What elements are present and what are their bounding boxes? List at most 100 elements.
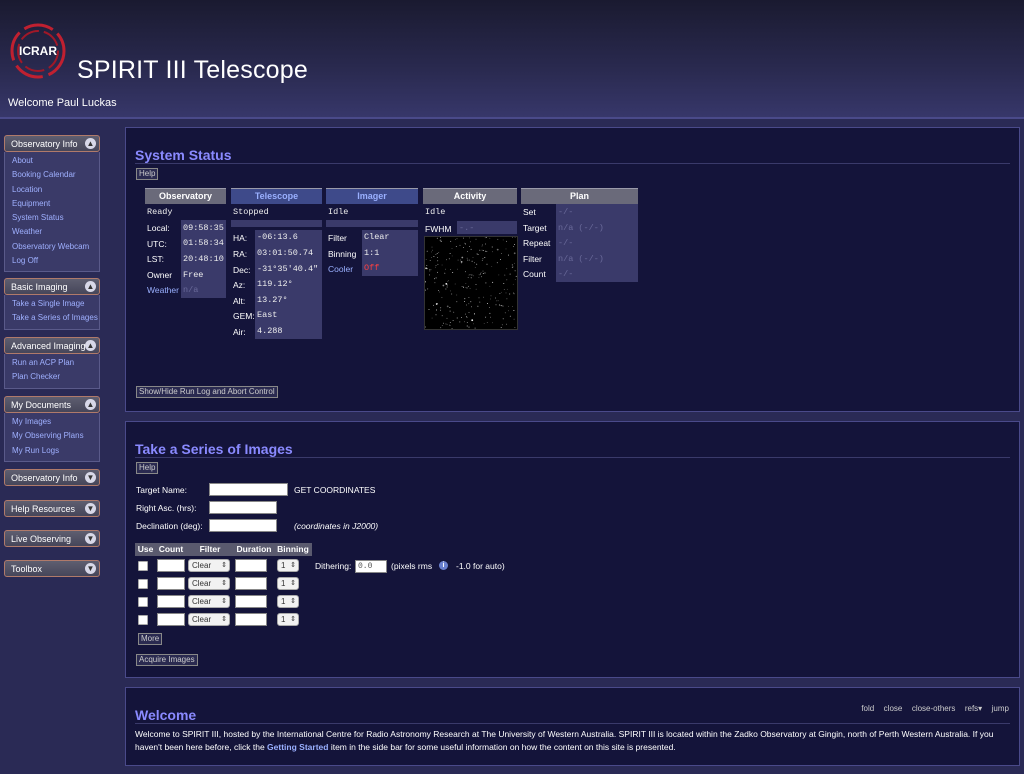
target-label: Target [523,223,547,233]
duration-input[interactable] [235,595,267,608]
fold-link[interactable]: fold [861,704,874,713]
getting-started-link[interactable]: Getting Started [267,742,328,752]
weather-link[interactable]: Weather [147,285,179,295]
sidebar-section-title: Toolbox [11,564,43,574]
binning-select[interactable]: 1 ⇕ [277,613,299,626]
count-input[interactable] [157,577,185,590]
target-value: n/a (-/-) [558,223,604,233]
divider [135,723,1010,724]
expand-icon[interactable]: ▼ [85,503,96,514]
alt-label: Alt: [233,296,246,306]
get-coordinates-link[interactable]: GET COORDINATES [294,485,375,495]
sidebar-link[interactable]: Equipment [5,197,99,211]
target-name-input[interactable] [209,483,288,496]
sidebar-link[interactable]: Location [5,183,99,197]
local-label: Local: [147,223,170,233]
sidebar-link[interactable]: My Observing Plans [5,429,99,443]
site-title: SPIRIT III Telescope [77,56,308,84]
sidebar-section-header[interactable]: Toolbox ▼ [4,560,100,577]
welcome-text-2: item in the side bar for some useful inf… [328,742,676,752]
filter-select[interactable]: Clear ⇕ [188,577,230,590]
binning-select-value: 1 [281,561,286,570]
dithering-input[interactable]: 0.0 [355,560,387,573]
sidebar-section-header[interactable]: Advanced Imaging ▲ [4,337,100,354]
ha-value: -06:13.6 [257,232,298,242]
select-arrows-icon: ⇕ [290,598,296,605]
status-help-button[interactable]: Help [136,168,159,180]
collapse-icon[interactable]: ▲ [85,399,96,410]
collapse-icon[interactable]: ▲ [85,138,96,149]
sidebar-link[interactable]: My Images [5,415,99,429]
duration-input[interactable] [235,559,267,572]
plan-filter-value: n/a (-/-) [558,254,604,264]
use-checkbox[interactable] [138,561,148,571]
runlog-toggle-button[interactable]: Show/Hide Run Log and Abort Control [136,386,278,398]
jump-link[interactable]: jump [992,704,1009,713]
dithering-hint: -1.0 for auto) [456,561,505,571]
filter-select[interactable]: Clear ⇕ [188,613,230,626]
use-checkbox[interactable] [138,597,148,607]
binning-select-value: 1 [281,597,286,606]
binning-select[interactable]: 1 ⇕ [277,595,299,608]
sidebar-link[interactable]: Take a Series of Images [5,311,99,325]
series-title: Take a Series of Images [135,441,293,457]
cooler-link[interactable]: Cooler [328,264,353,274]
expand-icon[interactable]: ▼ [85,472,96,483]
count-input[interactable] [157,613,185,626]
collapse-icon[interactable]: ▲ [85,281,96,292]
collapse-icon[interactable]: ▲ [85,340,96,351]
telescope-bar [231,220,322,227]
sidebar-link[interactable]: System Status [5,211,99,225]
ra-label: RA: [233,249,248,259]
sidebar-link[interactable]: Weather [5,225,99,239]
imager-bar [326,220,418,227]
count-input[interactable] [157,595,185,608]
info-icon[interactable]: i [439,561,448,570]
acquire-images-button[interactable]: Acquire Images [136,654,198,666]
sidebar-link[interactable]: Take a Single Image [5,297,99,311]
select-arrows-icon: ⇕ [290,562,296,569]
sidebar-section: Advanced Imaging ▲ Run an ACP Plan Plan Che… [4,337,100,389]
sidebar-section-title: Observatory Info [11,139,78,149]
binning-select[interactable]: 1 ⇕ [277,559,299,572]
sidebar-link[interactable]: My Run Logs [5,444,99,458]
plan-filter-label: Filter [523,254,542,264]
sidebar-section-header[interactable]: Help Resources ▼ [4,500,100,517]
refs-link[interactable]: refs▾ [965,704,982,713]
filter-select[interactable]: Clear ⇕ [188,559,230,572]
welcome-title: Welcome [135,707,197,723]
select-arrows-icon: ⇕ [221,562,227,569]
close-others-link[interactable]: close-others [912,704,956,713]
welcome-text: Welcome to SPIRIT III, hosted by the Int… [135,728,1015,754]
sidebar-link[interactable]: Plan Checker [5,370,99,384]
sidebar-link[interactable]: Run an ACP Plan [5,356,99,370]
observatory-head: Observatory [145,188,226,204]
duration-input[interactable] [235,577,267,590]
sidebar-link[interactable]: Booking Calendar [5,168,99,182]
sidebar-section-list: About Booking Calendar Location Equipment Sy… [4,152,100,273]
series-help-button[interactable]: Help [136,462,159,474]
duration-input[interactable] [235,613,267,626]
sidebar-link[interactable]: Observatory Webcam [5,240,99,254]
expand-icon[interactable]: ▼ [85,533,96,544]
expand-icon[interactable]: ▼ [85,563,96,574]
declination-input[interactable] [209,519,277,532]
binning-select[interactable]: 1 ⇕ [277,577,299,590]
sidebar-link[interactable]: Log Off [5,254,99,268]
sidebar-link[interactable]: About [5,154,99,168]
close-link[interactable]: close [884,704,903,713]
sidebar-section-header[interactable]: Live Observing ▼ [4,530,100,547]
use-checkbox[interactable] [138,615,148,625]
sidebar-section-header[interactable]: Observatory Info ▼ [4,469,100,486]
sidebar-section-header[interactable]: Basic Imaging ▲ [4,278,100,295]
filter-select[interactable]: Clear ⇕ [188,595,230,608]
sidebar-section: Help Resources ▼ [4,500,100,517]
sidebar-section-header[interactable]: My Documents ▲ [4,396,100,413]
right-asc-input[interactable] [209,501,277,514]
sidebar-section-header[interactable]: Observatory Info ▲ [4,135,100,152]
use-checkbox[interactable] [138,579,148,589]
count-input[interactable] [157,559,185,572]
binning-value: 1:1 [364,248,380,258]
more-button[interactable]: More [138,633,163,645]
az-label: Az: [233,280,246,290]
